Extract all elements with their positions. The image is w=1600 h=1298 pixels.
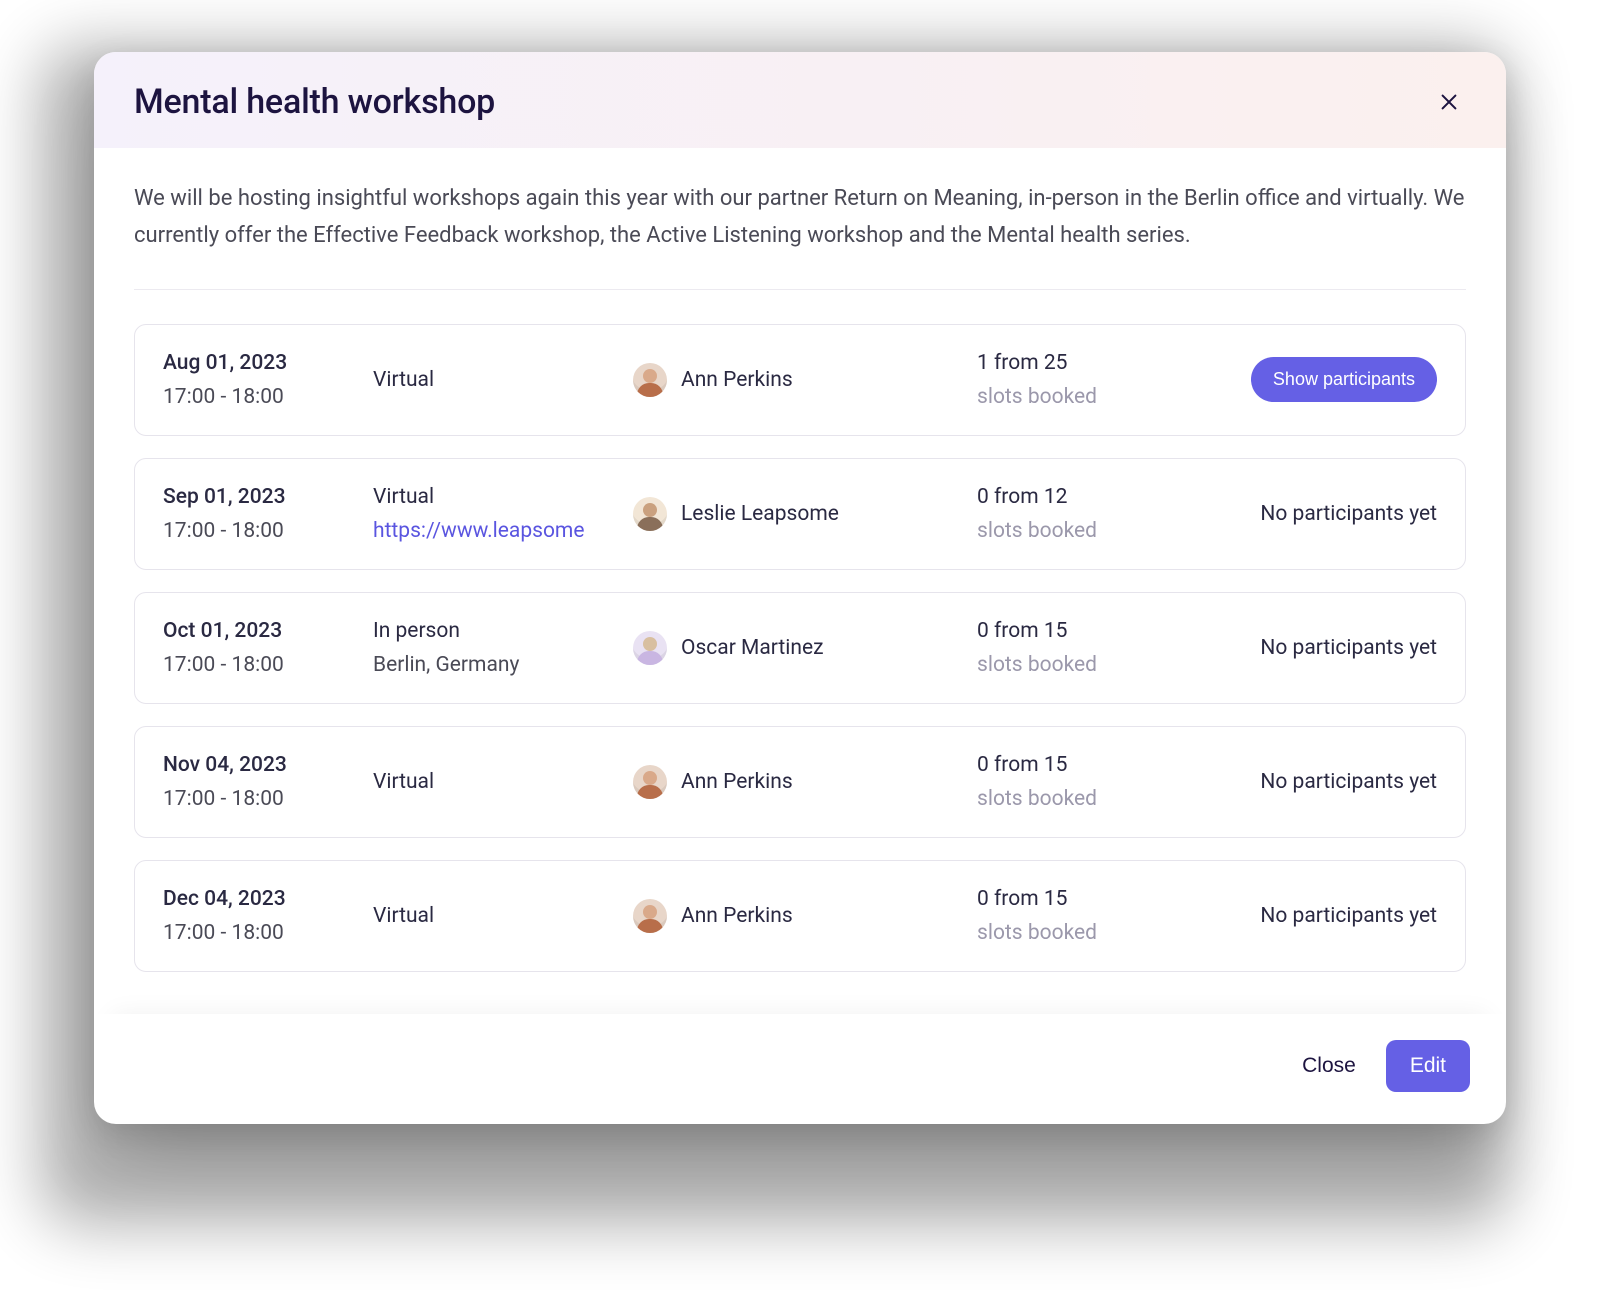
session-date: Aug 01, 2023 [163, 351, 363, 375]
session-mode: Virtual [373, 904, 623, 928]
session-action-col: No participants yet [1227, 904, 1437, 928]
close-icon[interactable] [1432, 85, 1466, 119]
no-participants-label: No participants yet [1260, 502, 1437, 526]
session-date-col: Dec 04, 2023 17:00 - 18:00 [163, 887, 363, 945]
session-date-col: Sep 01, 2023 17:00 - 18:00 [163, 485, 363, 543]
session-location-detail: Berlin, Germany [373, 653, 593, 677]
modal-header: Mental health workshop [94, 52, 1506, 148]
avatar [633, 899, 667, 933]
session-slots-label: slots booked [977, 921, 1217, 945]
session-slots-col: 1 from 25 slots booked [977, 351, 1217, 409]
sessions-list: Aug 01, 2023 17:00 - 18:00 Virtual Ann Perk… [134, 324, 1466, 972]
session-slots: 0 from 15 [977, 619, 1217, 643]
session-action-col: No participants yet [1227, 770, 1437, 794]
avatar [633, 631, 667, 665]
session-date-col: Nov 04, 2023 17:00 - 18:00 [163, 753, 363, 811]
session-location-col: Virtual [373, 770, 623, 794]
modal-title: Mental health workshop [134, 82, 495, 122]
no-participants-label: No participants yet [1260, 904, 1437, 928]
session-host-name: Oscar Martinez [681, 636, 824, 660]
session-date: Dec 04, 2023 [163, 887, 363, 911]
modal-footer: Close Edit [94, 1014, 1506, 1124]
session-row: Aug 01, 2023 17:00 - 18:00 Virtual Ann Perk… [134, 324, 1466, 436]
session-time: 17:00 - 18:00 [163, 653, 363, 677]
session-mode: In person [373, 619, 623, 643]
show-participants-button[interactable]: Show participants [1251, 357, 1437, 402]
session-slots-col: 0 from 15 slots booked [977, 619, 1217, 677]
session-time: 17:00 - 18:00 [163, 519, 363, 543]
modal-description: We will be hosting insightful workshops … [134, 180, 1466, 290]
session-slots-label: slots booked [977, 385, 1217, 409]
session-slots-label: slots booked [977, 653, 1217, 677]
edit-button[interactable]: Edit [1386, 1040, 1470, 1092]
session-host-name: Leslie Leapsome [681, 502, 839, 526]
avatar [633, 497, 667, 531]
session-time: 17:00 - 18:00 [163, 921, 363, 945]
session-link[interactable]: https://www.leapsome [373, 519, 593, 543]
session-host-col: Ann Perkins [633, 899, 967, 933]
session-host-name: Ann Perkins [681, 904, 793, 928]
session-time: 17:00 - 18:00 [163, 385, 363, 409]
session-action-col: No participants yet [1227, 502, 1437, 526]
session-time: 17:00 - 18:00 [163, 787, 363, 811]
session-host-col: Oscar Martinez [633, 631, 967, 665]
session-slots-col: 0 from 15 slots booked [977, 887, 1217, 945]
session-slots: 1 from 25 [977, 351, 1217, 375]
session-slots-label: slots booked [977, 787, 1217, 811]
session-host-name: Ann Perkins [681, 368, 793, 392]
session-row: Dec 04, 2023 17:00 - 18:00 Virtual Ann Perk… [134, 860, 1466, 972]
no-participants-label: No participants yet [1260, 636, 1437, 660]
avatar [633, 363, 667, 397]
session-host-col: Leslie Leapsome [633, 497, 967, 531]
workshop-modal: Mental health workshop We will be hostin… [94, 52, 1506, 1124]
close-button[interactable]: Close [1296, 1044, 1362, 1088]
session-date-col: Oct 01, 2023 17:00 - 18:00 [163, 619, 363, 677]
session-location-col: In person Berlin, Germany [373, 619, 623, 677]
session-date-col: Aug 01, 2023 17:00 - 18:00 [163, 351, 363, 409]
session-host-col: Ann Perkins [633, 363, 967, 397]
session-date: Nov 04, 2023 [163, 753, 363, 777]
session-row: Sep 01, 2023 17:00 - 18:00 Virtual https://… [134, 458, 1466, 570]
avatar [633, 765, 667, 799]
session-host-name: Ann Perkins [681, 770, 793, 794]
session-mode: Virtual [373, 770, 623, 794]
session-slots-label: slots booked [977, 519, 1217, 543]
session-slots: 0 from 15 [977, 753, 1217, 777]
modal-body: We will be hosting insightful workshops … [94, 148, 1506, 1014]
session-date: Sep 01, 2023 [163, 485, 363, 509]
session-mode: Virtual [373, 485, 623, 509]
session-row: Oct 01, 2023 17:00 - 18:00 In person Berlin… [134, 592, 1466, 704]
session-date: Oct 01, 2023 [163, 619, 363, 643]
session-action-col: No participants yet [1227, 636, 1437, 660]
session-slots: 0 from 15 [977, 887, 1217, 911]
session-slots: 0 from 12 [977, 485, 1217, 509]
session-host-col: Ann Perkins [633, 765, 967, 799]
session-action-col: Show participants [1227, 357, 1437, 402]
no-participants-label: No participants yet [1260, 770, 1437, 794]
session-mode: Virtual [373, 368, 623, 392]
session-slots-col: 0 from 15 slots booked [977, 753, 1217, 811]
session-location-col: Virtual https://www.leapsome [373, 485, 623, 543]
session-row: Nov 04, 2023 17:00 - 18:00 Virtual Ann Perk… [134, 726, 1466, 838]
session-location-col: Virtual [373, 904, 623, 928]
session-location-col: Virtual [373, 368, 623, 392]
session-slots-col: 0 from 12 slots booked [977, 485, 1217, 543]
